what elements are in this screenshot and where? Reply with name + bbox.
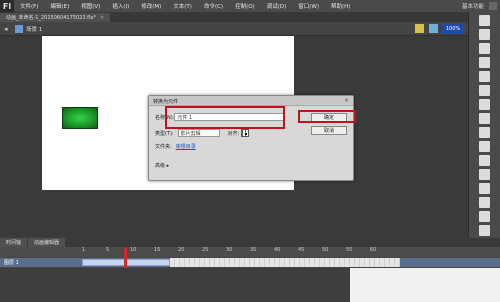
folder-label: 文件夹:	[155, 144, 172, 150]
paint-bucket-tool-icon[interactable]	[479, 169, 490, 180]
dialog-title: 转换为元件	[149, 96, 353, 106]
selection-tool-icon[interactable]	[479, 15, 490, 26]
empty-frames[interactable]	[170, 258, 400, 267]
frame-number: 25	[202, 247, 209, 253]
pen-tool-icon[interactable]	[479, 71, 490, 82]
registration-label: 对齐:	[227, 130, 240, 137]
scene-icon	[15, 24, 23, 33]
blank-area	[350, 268, 500, 302]
name-highlight-box	[165, 106, 285, 129]
timeline-tabs: 时间轴 动画编辑器	[0, 238, 500, 247]
close-icon[interactable]: ×	[344, 97, 349, 104]
scene-label: 场景 1	[26, 26, 43, 33]
registration-grid-icon[interactable]	[241, 129, 250, 137]
eyedropper-tool-icon[interactable]	[479, 183, 490, 194]
green-rectangle-shape[interactable]	[62, 107, 98, 129]
back-arrow-icon[interactable]: ◂	[4, 25, 12, 33]
menu-file[interactable]: 文件(F)	[14, 2, 44, 10]
menu-view[interactable]: 视图(V)	[75, 2, 106, 10]
bone-tool-icon[interactable]	[479, 155, 490, 166]
line-tool-icon[interactable]	[479, 99, 490, 110]
zoom-select[interactable]: 100%	[442, 24, 464, 34]
frame-number: 55	[346, 247, 353, 253]
edit-bar: ◂ 场景 1 100%	[0, 22, 468, 36]
pencil-tool-icon[interactable]	[479, 127, 490, 138]
hand-tool-icon[interactable]	[479, 211, 490, 222]
timeline-panel: 时间轴 动画编辑器 1 5 10 15 20 25 30 35 40 45 50…	[0, 238, 500, 302]
frame-number: 1	[82, 247, 86, 253]
menu-control[interactable]: 控制(O)	[229, 2, 261, 10]
eraser-tool-icon[interactable]	[479, 197, 490, 208]
menu-debug[interactable]: 调试(D)	[261, 2, 293, 10]
close-icon[interactable]: ×	[100, 15, 104, 21]
frame-number: 50	[322, 247, 329, 253]
transform-tool-icon[interactable]	[479, 43, 490, 54]
menu-text[interactable]: 文本(T)	[167, 2, 198, 10]
edit-symbol-icon[interactable]	[429, 24, 438, 33]
document-tab[interactable]: 动画_未命名-1_20150604175023.fla* ×	[0, 13, 111, 22]
frame-number: 40	[274, 247, 281, 253]
subselection-tool-icon[interactable]	[479, 29, 490, 40]
menu-help[interactable]: 帮助(H)	[325, 2, 356, 10]
document-tab-bar: 动画_未命名-1_20150604175023.fla* ×	[0, 12, 468, 22]
app-logo: Fl	[0, 0, 14, 12]
folder-row: 文件夹: 库根目录	[155, 143, 196, 150]
folder-link[interactable]: 库根目录	[176, 143, 196, 150]
document-tab-title: 动画_未命名-1_20150604175023.fla*	[6, 15, 96, 21]
timeline-ruler: 1 5 10 15 20 25 30 35 40 45 50 55 60	[0, 247, 500, 257]
frame-number: 15	[154, 247, 161, 253]
frame-number: 60	[370, 247, 377, 253]
menu-bar: Fl 文件(F) 编辑(E) 视图(V) 插入(I) 修改(M) 文本(T) 命…	[0, 0, 500, 12]
menu-commands[interactable]: 命令(C)	[198, 2, 229, 10]
rectangle-tool-icon[interactable]	[479, 113, 490, 124]
lasso-tool-icon[interactable]	[479, 57, 490, 68]
menu-edit[interactable]: 编辑(E)	[44, 2, 75, 10]
frame-number: 10	[130, 247, 137, 253]
timeline-footer	[0, 268, 350, 302]
frame-number: 30	[226, 247, 233, 253]
advanced-toggle[interactable]: 高级 ▸	[155, 162, 169, 169]
tools-panel	[468, 12, 500, 238]
type-select[interactable]: 影片剪辑	[177, 129, 220, 137]
menu-insert[interactable]: 插入(I)	[106, 2, 135, 10]
layer-name: 图层 1	[4, 260, 19, 266]
edit-scene-icon[interactable]	[415, 24, 424, 33]
tab-timeline[interactable]: 时间轴	[0, 238, 28, 247]
ok-highlight-box	[298, 110, 356, 123]
text-tool-icon[interactable]	[479, 85, 490, 96]
frame-number: 45	[298, 247, 305, 253]
brush-tool-icon[interactable]	[479, 141, 490, 152]
type-row: 类型(T): 影片剪辑 对齐:	[155, 129, 250, 137]
frame-number: 35	[250, 247, 257, 253]
zoom-tool-icon[interactable]	[479, 225, 490, 236]
menu-window[interactable]: 窗口(W)	[292, 2, 325, 10]
tab-motion-editor[interactable]: 动画编辑器	[28, 238, 66, 247]
menu-modify[interactable]: 修改(M)	[135, 2, 167, 10]
frame-number: 20	[178, 247, 185, 253]
cancel-button[interactable]: 取消	[311, 126, 347, 135]
type-label: 类型(T):	[155, 130, 174, 137]
workspace-switcher[interactable]: 基本功能	[462, 2, 484, 10]
window-control-button[interactable]	[489, 2, 497, 10]
